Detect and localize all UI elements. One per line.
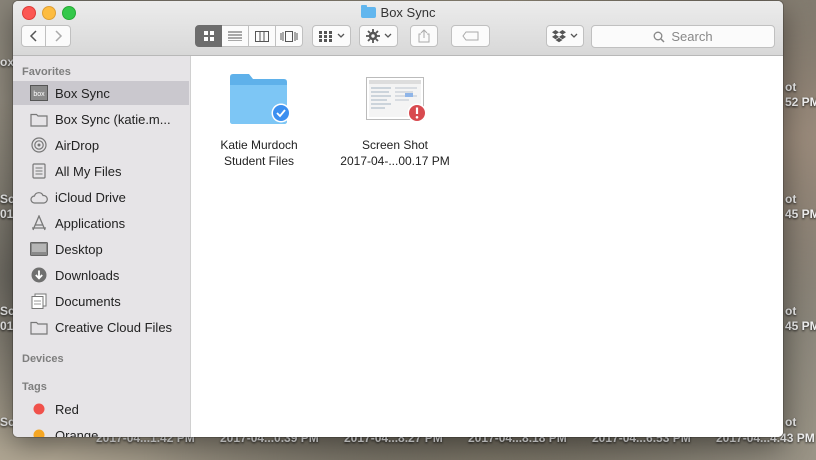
sidebar-item-label: Orange xyxy=(55,427,99,438)
view-mode-control xyxy=(195,25,303,47)
sidebar-item-label: Creative Cloud Files xyxy=(55,319,173,335)
sidebar-item-airdrop[interactable]: AirDrop xyxy=(13,133,189,157)
file-name-line1: Katie Murdoch xyxy=(220,138,298,152)
titlebar: Box Sync Search xyxy=(13,1,783,56)
sidebar-item-desktop[interactable]: Desktop xyxy=(13,237,189,261)
icon-view-button[interactable] xyxy=(195,25,222,47)
chevron-down-icon xyxy=(384,33,391,38)
finder-window: Box Sync Search Favorites box Box Sync B… xyxy=(13,1,783,437)
sync-error-badge-icon xyxy=(407,103,427,127)
search-icon xyxy=(653,31,665,43)
sidebar-item-label: Desktop xyxy=(55,241,103,257)
file-item-screen-shot[interactable]: Screen Shot 2017-04-...00.17 PM xyxy=(340,71,450,169)
navigation-buttons xyxy=(21,25,71,47)
forward-button[interactable] xyxy=(46,25,71,47)
chevron-right-icon xyxy=(55,30,63,42)
file-browser-content: Katie Murdoch Student Files Screen Shot … xyxy=(191,56,783,437)
search-placeholder: Search xyxy=(671,29,713,44)
sidebar: Favorites box Box Sync Box Sync (katie.m… xyxy=(13,56,191,437)
folder-icon xyxy=(360,5,376,18)
arrange-icon xyxy=(318,30,332,42)
applications-icon xyxy=(30,215,48,231)
cover-flow-icon xyxy=(280,30,298,42)
dropbox-button[interactable] xyxy=(546,25,584,47)
sidebar-item-label: Downloads xyxy=(55,267,120,283)
sidebar-item-label: All My Files xyxy=(55,163,122,179)
file-name-line1: Screen Shot xyxy=(361,138,429,152)
file-item-katie-murdoch-folder[interactable]: Katie Murdoch Student Files xyxy=(204,71,314,169)
folder-icon xyxy=(30,319,48,335)
sidebar-item-box-sync[interactable]: box Box Sync xyxy=(13,81,189,105)
desktop-label: ot xyxy=(785,304,797,318)
desktop-label: ox xyxy=(0,55,15,69)
desktop-icon xyxy=(30,241,48,257)
airdrop-icon xyxy=(30,137,48,153)
chevron-left-icon xyxy=(29,30,37,42)
chevron-down-icon xyxy=(337,33,344,38)
tags-button[interactable] xyxy=(451,25,490,47)
all-files-icon xyxy=(30,163,48,179)
screenshot-thumbnail-icon xyxy=(363,71,427,127)
list-view-button[interactable] xyxy=(222,25,249,47)
desktop-label: ot xyxy=(785,415,797,429)
share-icon xyxy=(418,29,430,43)
sidebar-item-label: Applications xyxy=(55,215,126,231)
orange-tag-dot-icon xyxy=(30,427,48,437)
svg-text:box: box xyxy=(33,91,45,98)
sidebar-item-downloads[interactable]: Downloads xyxy=(13,263,189,287)
sidebar-item-label: Documents xyxy=(55,293,121,309)
sidebar-item-creative-cloud-files[interactable]: Creative Cloud Files xyxy=(13,315,189,339)
sidebar-item-label: Box Sync xyxy=(55,85,110,101)
cloud-icon xyxy=(30,189,48,205)
documents-icon xyxy=(30,293,48,309)
downloads-icon xyxy=(30,267,48,283)
columns-icon xyxy=(255,30,269,42)
desktop-label: ot xyxy=(785,80,797,94)
sidebar-item-icloud-drive[interactable]: iCloud Drive xyxy=(13,185,189,209)
share-button[interactable] xyxy=(410,25,438,47)
sidebar-item-label: Box Sync (katie.m... xyxy=(55,111,171,127)
cover-flow-view-button[interactable] xyxy=(276,25,303,47)
file-name-line2: 2017-04-...00.17 PM xyxy=(340,154,450,168)
synced-check-badge-icon xyxy=(271,103,291,127)
grid-icon xyxy=(203,31,214,41)
back-button[interactable] xyxy=(21,25,46,47)
desktop-label: ot xyxy=(785,192,797,206)
dropbox-icon xyxy=(552,29,566,42)
column-view-button[interactable] xyxy=(249,25,276,47)
sidebar-tag-red[interactable]: Red xyxy=(13,397,189,421)
arrange-button[interactable] xyxy=(312,25,351,47)
desktop-label: 52 PM xyxy=(785,95,816,109)
sidebar-item-label: Red xyxy=(55,401,79,417)
desktop-label: 45 PM xyxy=(785,207,816,221)
sidebar-tag-orange[interactable]: Orange xyxy=(13,423,189,437)
folder-icon xyxy=(30,111,48,127)
action-button[interactable] xyxy=(359,25,398,47)
red-tag-dot-icon xyxy=(30,401,48,417)
tag-icon xyxy=(461,31,478,41)
sidebar-item-box-sync-katie[interactable]: Box Sync (katie.m... xyxy=(13,107,189,131)
sidebar-item-all-my-files[interactable]: All My Files xyxy=(13,159,189,183)
sidebar-item-applications[interactable]: Applications xyxy=(13,211,189,235)
desktop-label: 45 PM xyxy=(785,319,816,333)
window-title-text: Box Sync xyxy=(380,5,436,20)
sidebar-item-documents[interactable]: Documents xyxy=(13,289,189,313)
chevron-down-icon xyxy=(570,33,578,38)
file-name-line2: Student Files xyxy=(223,154,295,168)
sidebar-item-label: iCloud Drive xyxy=(55,189,126,205)
search-input[interactable]: Search xyxy=(591,25,775,48)
window-title: Box Sync xyxy=(13,4,783,22)
list-icon xyxy=(228,31,242,41)
favorites-header: Favorites xyxy=(22,66,71,78)
folder-icon xyxy=(227,71,291,127)
gear-icon xyxy=(365,29,380,43)
devices-header: Devices xyxy=(22,353,64,365)
sidebar-item-label: AirDrop xyxy=(55,137,100,153)
box-icon: box xyxy=(30,85,48,101)
tags-header: Tags xyxy=(22,381,47,393)
